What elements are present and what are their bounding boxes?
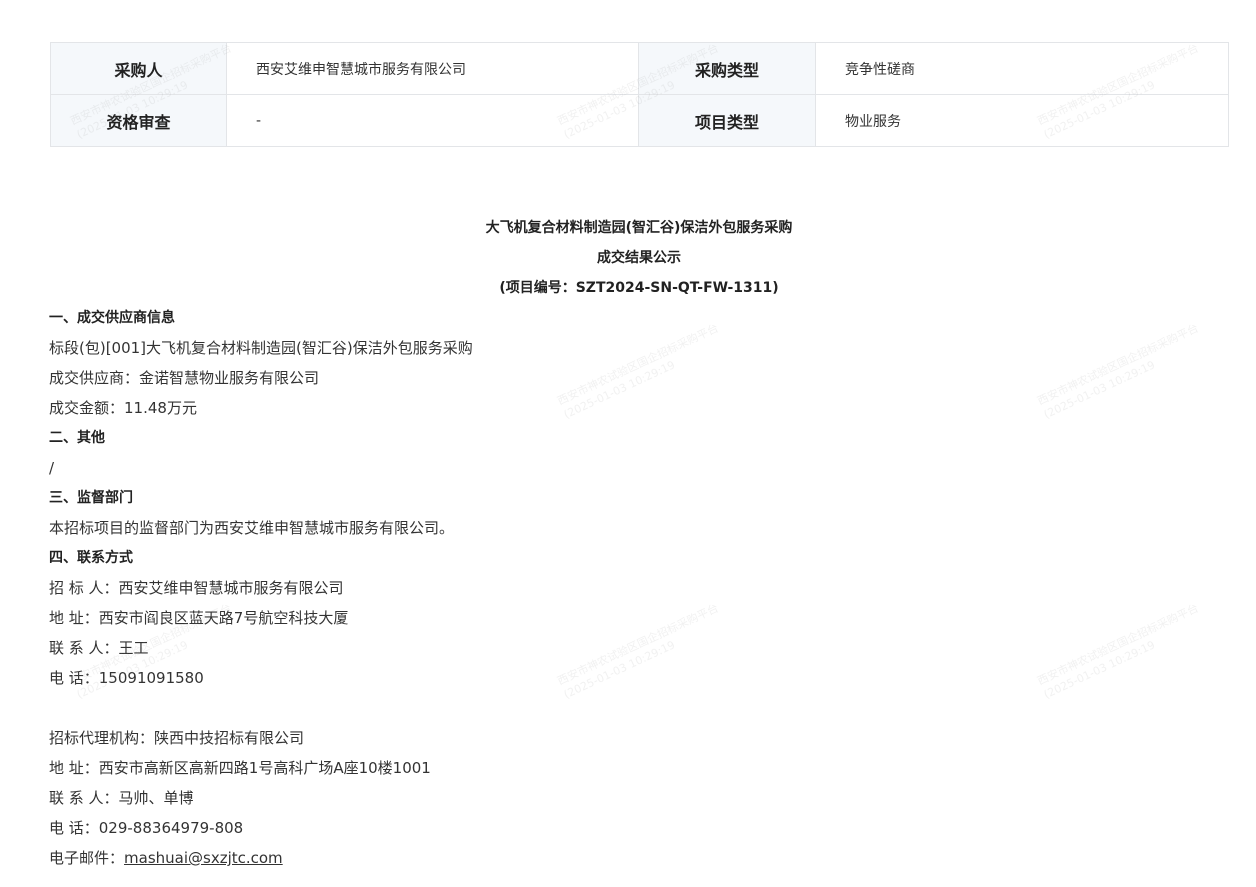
- project-type-value: 物业服务: [815, 94, 1229, 147]
- procurement-type-label: 采购类型: [638, 42, 816, 95]
- procurement-type-value: 竞争性磋商: [815, 42, 1229, 95]
- other-line: /: [49, 459, 55, 477]
- purchaser-label: 采购人: [50, 42, 227, 95]
- agency-address-line: 地 址：西安市高新区高新四路1号高科广场A座10楼1001: [49, 759, 431, 777]
- notice-subtitle: 成交结果公示: [597, 250, 681, 266]
- lot-line: 标段(包)[001]大飞机复合材料制造园(智汇谷)保洁外包服务采购: [49, 339, 473, 357]
- info-row-2: 资格审查 - 项目类型 物业服务: [50, 94, 1229, 147]
- section-heading-contact: 四、联系方式: [49, 550, 133, 566]
- amount-line: 成交金额：11.48万元: [49, 399, 197, 417]
- tenderer-line: 招 标 人：西安艾维申智慧城市服务有限公司: [49, 579, 344, 597]
- procurement-info-table: 采购人 西安艾维申智慧城市服务有限公司 采购类型 竞争性磋商 资格审查 - 项目…: [50, 42, 1229, 147]
- notice-title: 大飞机复合材料制造园(智汇谷)保洁外包服务采购: [485, 220, 793, 236]
- info-row-1: 采购人 西安艾维申智慧城市服务有限公司 采购类型 竞争性磋商: [50, 42, 1229, 95]
- email-label: 电子邮件：: [49, 849, 125, 867]
- email-link[interactable]: mashuai@sxzjtc.com: [124, 849, 283, 867]
- section-heading-supervision: 三、监督部门: [49, 490, 133, 506]
- section-heading-other: 二、其他: [49, 430, 105, 446]
- agency-line: 招标代理机构：陕西中技招标有限公司: [49, 729, 305, 747]
- qualification-review-value: -: [226, 94, 639, 147]
- project-number: (项目编号：SZT2024-SN-QT-FW-1311): [499, 280, 779, 296]
- tenderer-address-line: 地 址：西安市阎良区蓝天路7号航空科技大厦: [49, 609, 349, 627]
- agency-email-line: 电子邮件：mashuai@sxzjtc.com: [49, 843, 1229, 873]
- project-type-label: 项目类型: [638, 94, 816, 147]
- qualification-review-label: 资格审查: [50, 94, 227, 147]
- notice-body: 大飞机复合材料制造园(智汇谷)保洁外包服务采购 成交结果公示 (项目编号：SZT…: [49, 213, 1229, 873]
- agency-contact-line: 联 系 人：马帅、单博: [49, 789, 194, 807]
- tenderer-contact-line: 联 系 人：王工: [49, 639, 149, 657]
- tenderer-phone-line: 电 话：15091091580: [49, 669, 204, 687]
- supervision-line: 本招标项目的监督部门为西安艾维申智慧城市服务有限公司。: [49, 519, 455, 537]
- section-heading-supplier: 一、成交供应商信息: [49, 310, 175, 326]
- purchaser-value: 西安艾维申智慧城市服务有限公司: [226, 42, 639, 95]
- supplier-line: 成交供应商：金诺智慧物业服务有限公司: [49, 369, 320, 387]
- agency-phone-line: 电 话：029-88364979-808: [49, 819, 244, 837]
